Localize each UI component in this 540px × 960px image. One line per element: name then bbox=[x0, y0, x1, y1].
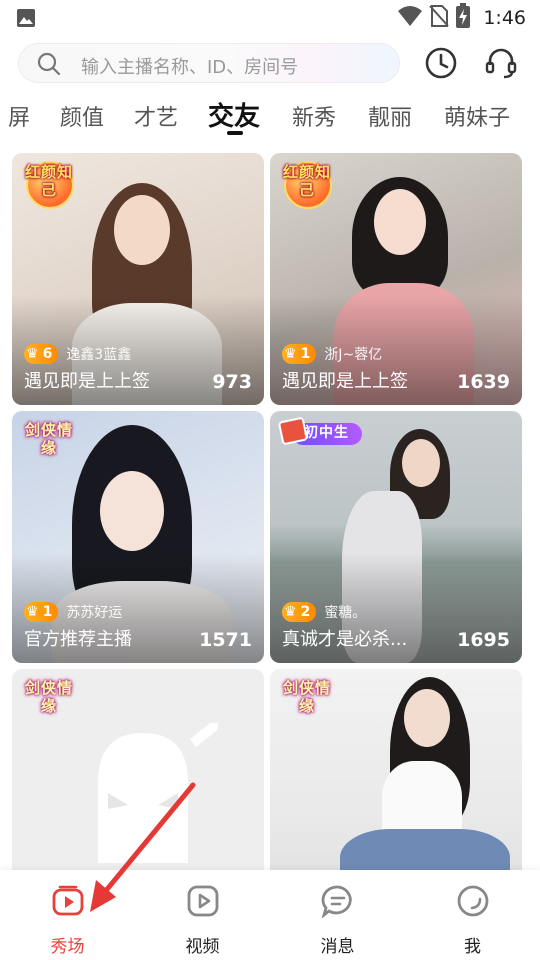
viewer-count: 973 bbox=[212, 371, 252, 393]
host-level: ♛ 2 蜜糖。 bbox=[282, 602, 367, 622]
tab-category[interactable]: 新秀 bbox=[292, 100, 336, 132]
wifi-icon bbox=[397, 5, 423, 31]
battery-charging-icon bbox=[455, 3, 471, 33]
room-title: 官方推荐主播 bbox=[24, 629, 132, 650]
search-placeholder: 输入主播名称、ID、房间号 bbox=[81, 57, 299, 78]
card-badge: 红颜知己 bbox=[20, 159, 78, 211]
crown-icon: ♛ bbox=[26, 346, 39, 362]
clock-icon bbox=[425, 47, 457, 79]
gallery-notification-icon bbox=[16, 8, 36, 32]
crown-icon: ♛ bbox=[26, 604, 39, 620]
no-sim-icon bbox=[429, 4, 450, 32]
room-title: 真诚才是必杀... bbox=[282, 629, 408, 650]
tab-category[interactable]: 屏 bbox=[8, 100, 30, 132]
card-badge: 剑侠情缘 bbox=[282, 679, 331, 715]
play-square-icon bbox=[51, 884, 85, 922]
category-tabs: 屏 颜值 才艺 交友 新秀 靓丽 萌妹子 bbox=[0, 92, 540, 140]
live-room-card[interactable]: 红颜知己 ♛ 1 浙J~蓉亿 遇见即是上上签 1639 bbox=[270, 153, 522, 405]
live-room-card[interactable]: 剑侠情缘 ♛ 1 苏苏好运 官方推荐主播 1571 bbox=[12, 411, 264, 663]
nav-video[interactable]: 视频 bbox=[135, 870, 270, 960]
nav-messages[interactable]: 消息 bbox=[270, 870, 405, 960]
headset-icon bbox=[485, 48, 517, 79]
viewer-count: 1571 bbox=[199, 629, 252, 651]
clock-time: 1:46 bbox=[483, 7, 526, 29]
live-room-card[interactable]: 红颜知己 ♛ 6 逸鑫3蓝鑫 遇见即是上上签 973 bbox=[12, 153, 264, 405]
room-title: 遇见即是上上签 bbox=[282, 371, 408, 392]
nav-label: 秀场 bbox=[50, 937, 85, 957]
customer-service-button[interactable] bbox=[483, 45, 519, 81]
tab-category[interactable]: 颜值 bbox=[60, 100, 104, 132]
history-button[interactable] bbox=[423, 45, 459, 81]
live-room-card[interactable]: 初中生 ♛ 2 蜜糖。 真诚才是必杀... 1695 bbox=[270, 411, 522, 663]
card-badge: 红颜知己 bbox=[278, 159, 336, 211]
host-nickname: 苏苏好运 bbox=[66, 605, 123, 621]
search-icon bbox=[37, 52, 61, 80]
status-bar: 1:46 bbox=[0, 0, 540, 36]
tab-category[interactable]: 靓丽 bbox=[368, 100, 412, 132]
viewer-count: 1695 bbox=[457, 629, 510, 651]
tab-category-active[interactable]: 交友 bbox=[208, 96, 260, 133]
placeholder-mascot-icon bbox=[98, 723, 218, 863]
nav-label: 消息 bbox=[320, 937, 355, 957]
host-nickname: 蜜糖。 bbox=[324, 605, 367, 621]
search-input[interactable]: 输入主播名称、ID、房间号 bbox=[18, 43, 400, 83]
host-nickname: 浙J~蓉亿 bbox=[324, 347, 383, 363]
profile-circle-icon bbox=[456, 884, 490, 922]
host-nickname: 逸鑫3蓝鑫 bbox=[66, 347, 132, 363]
chat-bubble-icon bbox=[320, 884, 355, 922]
host-level: ♛ 1 浙J~蓉亿 bbox=[282, 344, 383, 364]
tab-category[interactable]: 才艺 bbox=[134, 100, 178, 132]
card-badge: 剑侠情缘 bbox=[24, 421, 73, 457]
host-level: ♛ 6 逸鑫3蓝鑫 bbox=[24, 344, 132, 364]
bottom-nav: 秀场 视频 消息 我 bbox=[0, 870, 540, 960]
nav-showroom[interactable]: 秀场 bbox=[0, 870, 135, 960]
nav-label: 视频 bbox=[185, 937, 220, 957]
viewer-count: 1639 bbox=[457, 371, 510, 393]
room-title: 遇见即是上上签 bbox=[24, 371, 150, 392]
tab-category[interactable]: 萌妹子 bbox=[444, 100, 510, 132]
nav-me[interactable]: 我 bbox=[405, 870, 540, 960]
video-icon bbox=[186, 884, 220, 922]
crown-icon: ♛ bbox=[284, 346, 297, 362]
card-badge: 剑侠情缘 bbox=[24, 679, 73, 715]
host-level: ♛ 1 苏苏好运 bbox=[24, 602, 123, 622]
crown-icon: ♛ bbox=[284, 604, 297, 620]
card-badge: 初中生 bbox=[277, 416, 362, 447]
active-tab-indicator bbox=[227, 131, 243, 135]
nav-label: 我 bbox=[464, 937, 481, 957]
